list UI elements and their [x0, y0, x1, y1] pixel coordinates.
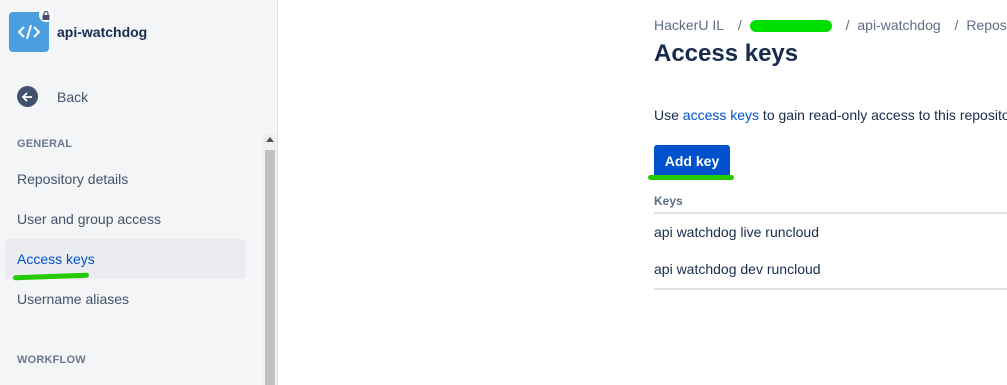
breadcrumb-item-settings[interactable]: Reposit: [966, 17, 1007, 33]
add-key-button[interactable]: Add key: [654, 145, 730, 177]
sidebar-item-username-aliases[interactable]: Username aliases: [5, 279, 246, 319]
repo-avatar: [9, 8, 53, 52]
repo-name: api-watchdog: [57, 24, 148, 40]
section-label-workflow: WORKFLOW: [17, 354, 86, 366]
scrollbar-thumb[interactable]: [265, 150, 275, 385]
sidebar-item-repository-details[interactable]: Repository details: [5, 159, 246, 199]
table-row[interactable]: api watchdog dev runcloud: [654, 250, 1007, 290]
private-badge: [39, 8, 53, 22]
description-prefix: Use: [654, 107, 683, 123]
sidebar-item-label: Access keys: [17, 251, 95, 267]
sidebar: api-watchdog Back GENERAL Repository det…: [0, 0, 278, 385]
sidebar-item-label: User and group access: [17, 211, 161, 227]
sidebar-item-access-keys[interactable]: Access keys: [5, 239, 246, 279]
breadcrumb-separator: /: [845, 17, 850, 33]
sidebar-item-label: Repository details: [17, 171, 129, 187]
sidebar-item-user-group-access[interactable]: User and group access: [5, 199, 246, 239]
highlight-marker: [648, 175, 734, 180]
page-title: Access keys: [654, 40, 799, 67]
breadcrumb: HackerU IL / / api-watchdog / Reposit: [654, 17, 1007, 33]
sidebar-item-label: Username aliases: [17, 291, 130, 307]
back-button[interactable]: Back: [17, 86, 88, 107]
table-row[interactable]: api watchdog live runcloud: [654, 214, 1007, 250]
access-keys-link[interactable]: access keys: [683, 107, 759, 123]
repo-header[interactable]: api-watchdog: [9, 8, 148, 52]
breadcrumb-item-workspace[interactable]: HackerU IL: [654, 17, 724, 33]
page-description: Use access keys to gain read-only access…: [654, 107, 1007, 123]
redacted-breadcrumb-item[interactable]: [749, 20, 832, 33]
breadcrumb-item-repo[interactable]: api-watchdog: [857, 17, 940, 33]
section-label-general: GENERAL: [17, 138, 73, 150]
breadcrumb-separator: /: [954, 17, 959, 33]
lock-icon: [42, 10, 50, 20]
back-label: Back: [57, 88, 89, 105]
description-suffix: to gain read-only access to this reposit…: [759, 107, 1007, 123]
keys-table: Keys api watchdog live runcloud api watc…: [654, 190, 1007, 290]
scroll-up-arrow-icon[interactable]: [266, 137, 274, 142]
breadcrumb-separator: /: [737, 17, 742, 33]
table-header: Keys: [654, 190, 1007, 214]
code-icon: [18, 24, 40, 40]
back-arrow-icon: [17, 86, 38, 107]
sidebar-scrollbar[interactable]: [263, 134, 277, 385]
